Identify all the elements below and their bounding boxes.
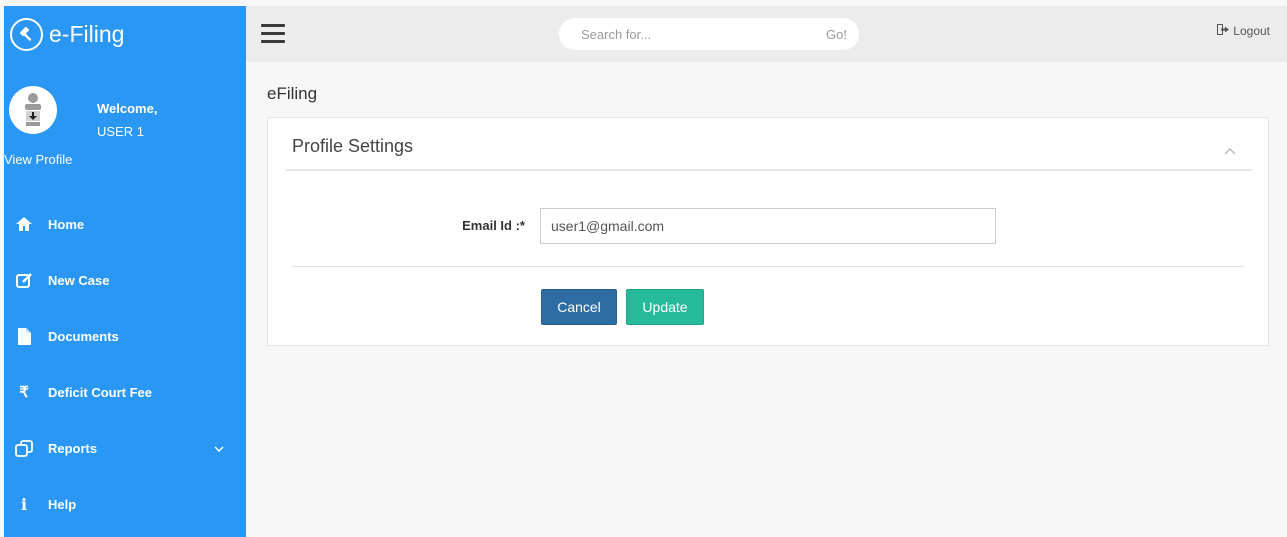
search-bar: Go! [559,18,859,50]
sidebar-item-new-case[interactable]: New Case [4,252,246,308]
update-button[interactable]: Update [626,289,704,325]
sidebar-item-label: Help [48,496,77,512]
panel-title: Profile Settings [292,136,414,156]
info-icon: i [20,494,28,514]
brand-title: e-Filing [49,20,125,47]
brand[interactable]: e-Filing [10,16,124,52]
sidebar-item-home[interactable]: Home [4,196,246,252]
user-profile: Welcome, USER 1 View Profile [4,86,246,167]
sidebar: e-Filing Welcome, USER 1 View Profile Ho… [4,6,246,537]
search-go-button[interactable]: Go! [826,27,847,42]
home-icon [14,214,34,234]
sidebar-item-label: Home [48,216,85,232]
sidebar-item-documents[interactable]: Documents [4,308,246,364]
profile-settings-panel: Profile Settings Email Id :* Cancel Upda… [267,117,1269,346]
view-profile-link[interactable]: View Profile [4,152,72,167]
sidebar-item-reports[interactable]: Reports [4,420,246,476]
sidebar-item-label: Documents [48,328,119,344]
sidebar-item-label: Deficit Court Fee [48,384,153,400]
divider [286,169,1252,171]
sidebar-item-label: Reports [48,440,98,456]
page-title: eFiling [267,84,318,103]
edit-icon [14,270,34,290]
file-icon [14,326,34,346]
sidebar-item-help[interactable]: i Help [4,476,246,532]
email-field[interactable] [540,208,996,244]
menu-toggle-icon[interactable] [261,24,285,44]
email-label: Email Id :* [462,218,525,233]
rupee-icon: ₹ [19,384,29,401]
divider [292,266,1244,267]
cancel-button[interactable]: Cancel [541,289,617,325]
username: USER 1 [97,124,144,139]
copy-icon [14,438,34,458]
search-input[interactable] [581,26,791,42]
welcome-text: Welcome, [97,101,158,116]
logout-button[interactable]: Logout [1217,24,1270,38]
logout-label: Logout [1233,24,1270,38]
topbar: Go! Logout [246,6,1287,62]
chevron-down-icon [214,440,224,458]
sidebar-item-label: New Case [48,272,110,288]
chevron-up-icon[interactable] [1224,142,1236,160]
sign-out-icon [1217,24,1230,38]
avatar [9,86,57,134]
sidebar-nav: Home New Case Documents ₹ Deficit Court … [4,196,246,532]
app-root: e-Filing Welcome, USER 1 View Profile Ho… [0,0,1287,537]
gavel-icon [10,17,43,51]
sidebar-item-deficit-court-fee[interactable]: ₹ Deficit Court Fee [4,364,246,420]
